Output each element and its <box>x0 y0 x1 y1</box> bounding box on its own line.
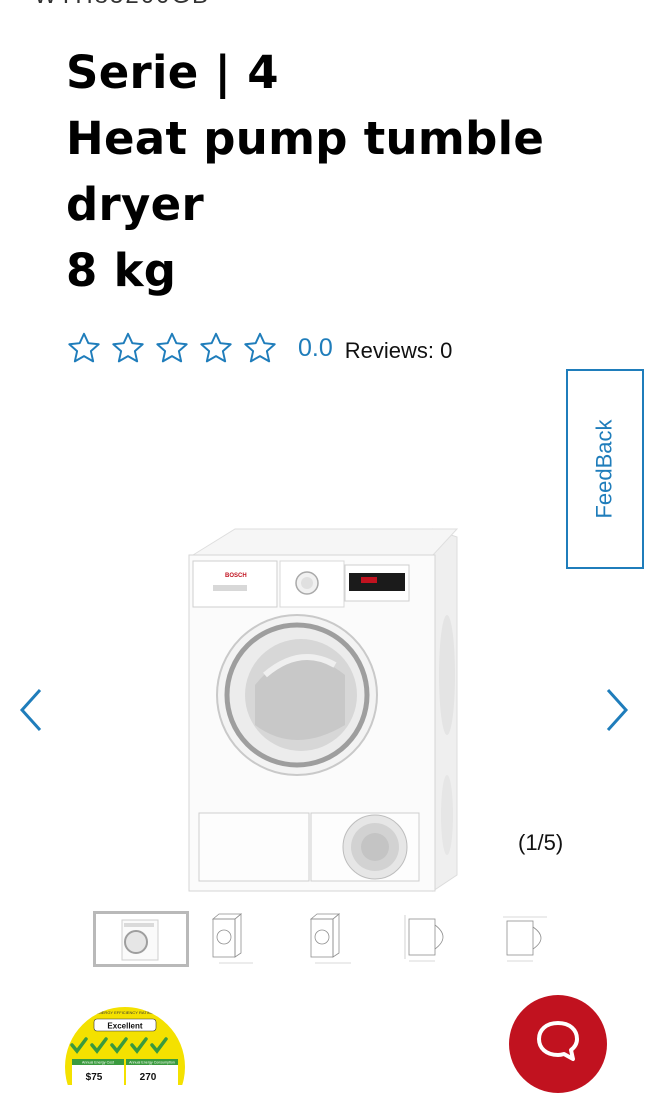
thumbnail-strip <box>93 911 573 967</box>
chevron-right-icon[interactable] <box>596 680 636 740</box>
title-line-1: Serie | 4 <box>66 46 279 99</box>
star-outline-icon[interactable] <box>154 330 190 366</box>
rating-row[interactable]: 0.0 Reviews: 0 <box>66 328 452 368</box>
energy-rating-text: Excellent <box>107 1022 142 1031</box>
consumption-value: 270 <box>140 1072 157 1083</box>
star-outline-icon[interactable] <box>110 330 146 366</box>
title-line-4: 8 kg <box>66 244 177 297</box>
chat-bubble-icon <box>537 1021 579 1061</box>
image-counter: (1/5) <box>518 830 564 855</box>
thumbnail-image <box>121 919 159 961</box>
rating-value: 0.0 <box>298 333 333 362</box>
star-outline-icon[interactable] <box>66 330 102 366</box>
title-line-2: Heat pump tumble <box>66 112 545 165</box>
thumbnail-image <box>211 913 253 964</box>
annual-cost-label: Annual Energy Cost <box>82 1061 114 1065</box>
thumbnail-2[interactable] <box>189 911 285 967</box>
cost-value: $75 <box>86 1072 103 1083</box>
thumbnail-1[interactable] <box>93 911 189 967</box>
thumbnail-5[interactable] <box>477 911 573 967</box>
thumbnail-image <box>309 913 351 964</box>
model-code: WTH85200GB <box>34 0 210 10</box>
chevron-left-icon[interactable] <box>12 680 52 740</box>
annual-consumption-label: Annual Energy Consumption <box>129 1061 175 1065</box>
star-outline-icon[interactable] <box>198 330 234 366</box>
thumbnail-image <box>404 915 444 962</box>
thumbnail-4[interactable] <box>381 911 477 967</box>
feedback-button[interactable]: FeedBack <box>566 369 644 569</box>
chat-button[interactable] <box>509 995 607 1093</box>
product-image[interactable]: BOSCH <box>185 525 465 895</box>
star-outline-icon[interactable] <box>242 330 278 366</box>
energy-heading: ENERGY EFFICIENCY RATING <box>96 1010 154 1015</box>
brand-logo: BOSCH <box>225 573 247 579</box>
reviews-count[interactable]: Reviews: 0 <box>345 338 453 364</box>
energy-rating-label[interactable]: ENERGY EFFICIENCY RATING Excellent Annua… <box>64 1005 186 1085</box>
thumbnail-3[interactable] <box>285 911 381 967</box>
title-line-3: dryer <box>66 178 204 231</box>
feedback-label: FeedBack <box>592 419 617 519</box>
thumbnail-image <box>503 916 547 962</box>
product-title: Serie | 4 Heat pump tumble dryer 8 kg <box>66 40 586 304</box>
